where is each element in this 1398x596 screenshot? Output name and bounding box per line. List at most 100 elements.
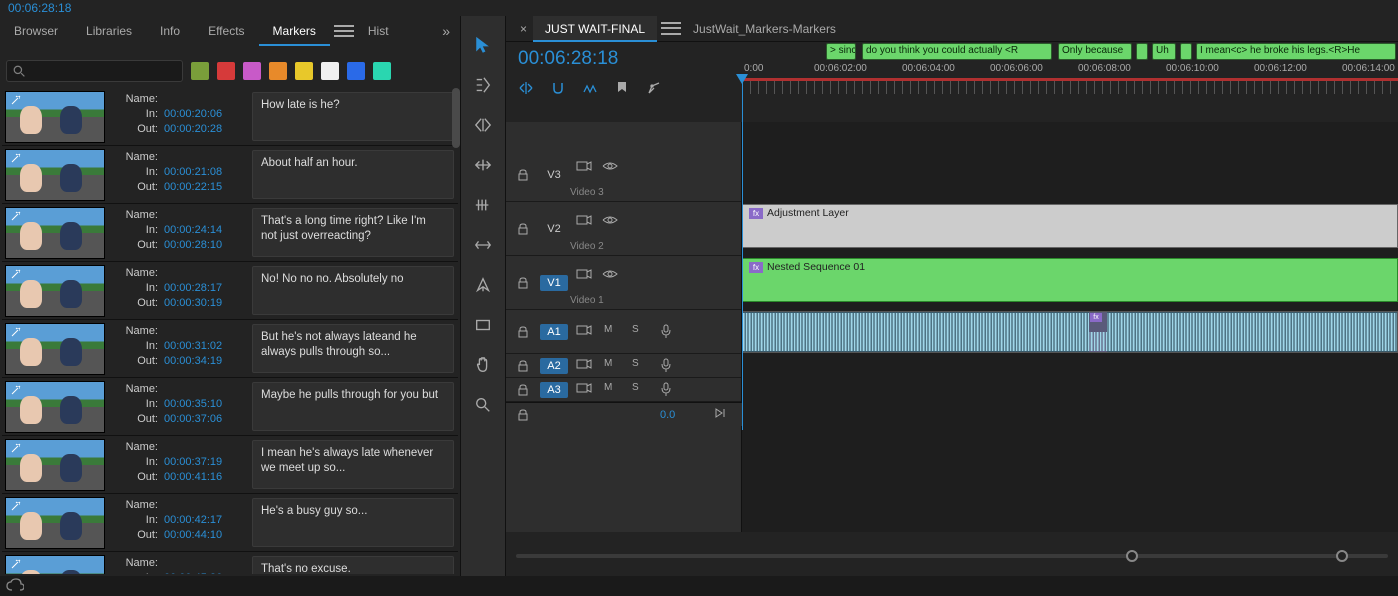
in-timecode[interactable]: 00:00:28:17 bbox=[164, 282, 222, 294]
close-icon[interactable]: × bbox=[514, 22, 533, 36]
audio-cut-segment[interactable]: fx bbox=[1089, 312, 1107, 352]
out-timecode[interactable]: 00:00:34:19 bbox=[164, 355, 222, 367]
creative-cloud-icon[interactable] bbox=[6, 578, 24, 595]
marker-row[interactable]: Name:In:00:00:45:26Out:That's no excuse. bbox=[2, 552, 458, 574]
out-timecode[interactable]: 00:00:41:16 bbox=[164, 471, 222, 483]
zoom-tool-icon[interactable] bbox=[471, 394, 495, 416]
ripple-edit-icon[interactable] bbox=[471, 114, 495, 136]
track-header-a1[interactable]: A1 M S bbox=[506, 310, 741, 354]
out-timecode[interactable]: 00:00:22:15 bbox=[164, 181, 222, 193]
tab-browser[interactable]: Browser bbox=[0, 16, 72, 46]
zoom-handle-right[interactable] bbox=[1336, 550, 1348, 562]
marker-row[interactable]: Name:In:00:00:21:08Out:00:00:22:15About … bbox=[2, 146, 458, 204]
track-label[interactable]: V3 bbox=[540, 169, 568, 181]
marker-row[interactable]: Name:In:00:00:20:06Out:00:00:20:28How la… bbox=[2, 88, 458, 146]
color-swatch[interactable] bbox=[191, 62, 209, 80]
toggle-output-icon[interactable] bbox=[576, 358, 592, 374]
track-content-area[interactable]: fxAdjustment Layer fxNested Sequence 01 … bbox=[742, 122, 1398, 532]
ruler-marker[interactable]: do you think you could actually <R bbox=[862, 43, 1052, 60]
marker-thumbnail[interactable] bbox=[5, 323, 105, 375]
marker-comment[interactable]: Maybe he pulls through for you but bbox=[252, 382, 454, 431]
zoom-handle-left[interactable] bbox=[1126, 550, 1138, 562]
mute-button[interactable]: M bbox=[604, 358, 620, 374]
color-swatch[interactable] bbox=[295, 62, 313, 80]
master-volume[interactable]: 0.0 bbox=[660, 409, 675, 421]
in-timecode[interactable]: 00:00:42:17 bbox=[164, 514, 222, 526]
toggle-output-icon[interactable] bbox=[576, 324, 592, 340]
playhead[interactable] bbox=[742, 80, 743, 430]
rate-stretch-icon[interactable] bbox=[471, 154, 495, 176]
track-header-a2[interactable]: A2 M S bbox=[506, 354, 741, 378]
marker-thumbnail[interactable] bbox=[5, 555, 105, 574]
in-timecode[interactable]: 00:00:35:10 bbox=[164, 398, 222, 410]
marker-thumbnail[interactable] bbox=[5, 497, 105, 549]
marker-list[interactable]: Name:In:00:00:20:06Out:00:00:20:28How la… bbox=[2, 88, 458, 574]
ruler-marker[interactable]: > since bbox=[826, 43, 856, 60]
selection-tool-icon[interactable] bbox=[471, 34, 495, 56]
tab-markers[interactable]: Markers bbox=[259, 16, 330, 46]
lock-icon[interactable] bbox=[506, 409, 540, 421]
toggle-output-icon[interactable] bbox=[576, 214, 592, 230]
lock-icon[interactable] bbox=[506, 360, 540, 372]
color-swatch[interactable] bbox=[347, 62, 365, 80]
marker-thumbnail[interactable] bbox=[5, 207, 105, 259]
marker-row[interactable]: Name:In:00:00:24:14Out:00:00:28:10That's… bbox=[2, 204, 458, 262]
voiceover-icon[interactable] bbox=[660, 358, 676, 374]
eye-icon[interactable] bbox=[602, 214, 618, 230]
out-timecode[interactable]: 00:00:28:10 bbox=[164, 239, 222, 251]
search-input[interactable] bbox=[6, 60, 183, 82]
eye-icon[interactable] bbox=[602, 160, 618, 176]
pen-tool-icon[interactable] bbox=[471, 274, 495, 296]
toggle-output-icon[interactable] bbox=[576, 382, 592, 398]
marker-comment[interactable]: How late is he? bbox=[252, 92, 454, 141]
marker-comment[interactable]: No! No no no. Absolutely no bbox=[252, 266, 454, 315]
hand-tool-icon[interactable] bbox=[471, 354, 495, 376]
marker-row[interactable]: Name:In:00:00:28:17Out:00:00:30:19No! No… bbox=[2, 262, 458, 320]
next-keyframe-icon[interactable] bbox=[714, 407, 728, 422]
panel-overflow-icon[interactable]: » bbox=[432, 23, 460, 39]
marker-thumbnail[interactable] bbox=[5, 265, 105, 317]
voiceover-icon[interactable] bbox=[660, 382, 676, 398]
track-select-forward-icon[interactable] bbox=[471, 74, 495, 96]
add-marker-icon[interactable] bbox=[614, 80, 632, 98]
timeline-timecode[interactable]: 00:06:28:18 bbox=[518, 48, 618, 70]
tab-effects[interactable]: Effects bbox=[194, 16, 258, 46]
ruler-marker[interactable] bbox=[1136, 43, 1148, 60]
rectangle-tool-icon[interactable] bbox=[471, 314, 495, 336]
marker-comment[interactable]: About half an hour. bbox=[252, 150, 454, 199]
in-timecode[interactable]: 00:00:31:02 bbox=[164, 340, 222, 352]
toggle-output-icon[interactable] bbox=[576, 268, 592, 284]
marker-row[interactable]: Name:In:00:00:42:17Out:00:00:44:10He's a… bbox=[2, 494, 458, 552]
solo-button[interactable]: S bbox=[632, 382, 648, 398]
timeline-tab-menu-icon[interactable] bbox=[661, 21, 681, 37]
color-swatch[interactable] bbox=[269, 62, 287, 80]
razor-tool-icon[interactable] bbox=[471, 194, 495, 216]
lock-icon[interactable] bbox=[506, 384, 540, 396]
mute-button[interactable]: M bbox=[604, 324, 620, 340]
track-label[interactable]: V1 bbox=[540, 275, 568, 291]
color-swatch[interactable] bbox=[217, 62, 235, 80]
solo-button[interactable]: S bbox=[632, 324, 648, 340]
marker-thumbnail[interactable] bbox=[5, 91, 105, 143]
marker-comment[interactable]: That's no excuse. bbox=[252, 556, 454, 574]
marker-row[interactable]: Name:In:00:00:31:02Out:00:00:34:19But he… bbox=[2, 320, 458, 378]
marker-row[interactable]: Name:In:00:00:35:10Out:00:00:37:06Maybe … bbox=[2, 378, 458, 436]
color-swatch[interactable] bbox=[321, 62, 339, 80]
toggle-output-icon[interactable] bbox=[576, 160, 592, 176]
in-timecode[interactable]: 00:00:37:19 bbox=[164, 456, 222, 468]
marker-comment[interactable]: He's a busy guy so... bbox=[252, 498, 454, 547]
lock-icon[interactable] bbox=[506, 277, 540, 289]
marker-comment[interactable]: I mean he's always late whenever we meet… bbox=[252, 440, 454, 489]
mute-button[interactable]: M bbox=[604, 382, 620, 398]
track-label[interactable]: A2 bbox=[540, 358, 568, 374]
track-header-a3[interactable]: A3 M S bbox=[506, 378, 741, 402]
marker-thumbnail[interactable] bbox=[5, 381, 105, 433]
tab-info[interactable]: Info bbox=[146, 16, 194, 46]
color-swatch[interactable] bbox=[243, 62, 261, 80]
timeline-ruler[interactable]: > since do you think you could actually <… bbox=[742, 42, 1398, 122]
lock-icon[interactable] bbox=[506, 326, 540, 338]
in-timecode[interactable]: 00:00:24:14 bbox=[164, 224, 222, 236]
in-timecode[interactable]: 00:00:20:06 bbox=[164, 108, 222, 120]
ruler-marker[interactable]: I mean<c> he broke his legs.<R>He bbox=[1196, 43, 1396, 60]
track-header-v1[interactable]: V1 Video 1 bbox=[506, 256, 741, 310]
